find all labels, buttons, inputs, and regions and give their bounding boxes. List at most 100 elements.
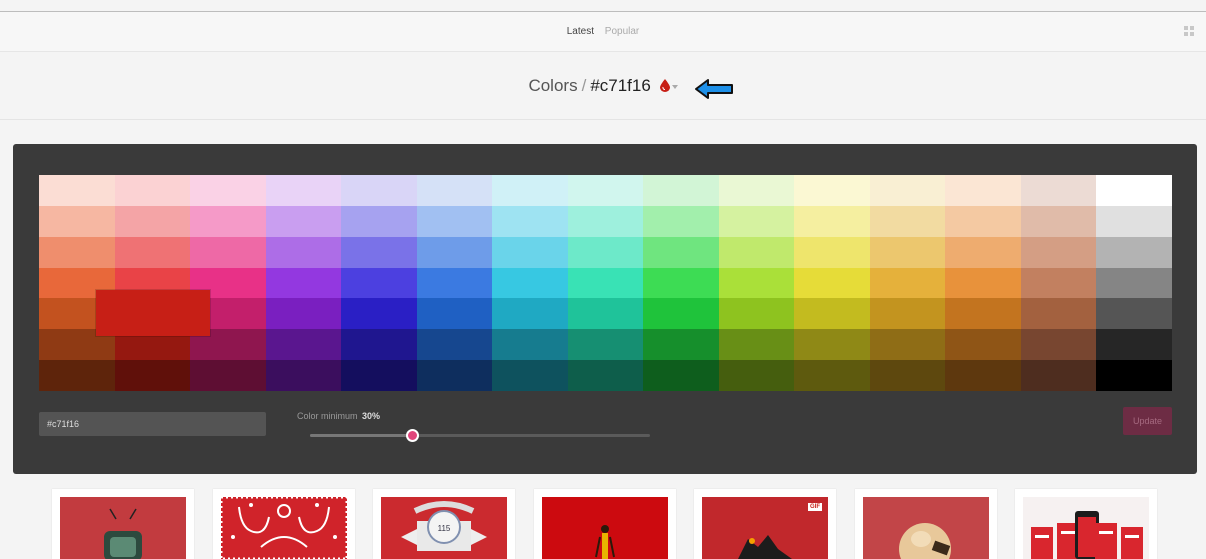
palette-swatch[interactable]	[265, 360, 342, 391]
thumbnail-card[interactable]: GIF	[694, 489, 836, 559]
palette-swatch[interactable]	[265, 236, 342, 268]
palette-swatch[interactable]	[794, 267, 870, 299]
chevron-down-icon[interactable]	[671, 84, 678, 89]
thumbnail-card[interactable]	[854, 489, 997, 559]
palette-swatch[interactable]	[945, 267, 1021, 299]
palette-swatch[interactable]	[114, 205, 191, 237]
thumbnail-card[interactable]	[212, 489, 355, 559]
palette-swatch[interactable]	[643, 175, 719, 206]
palette-swatch[interactable]	[39, 360, 115, 391]
palette-swatch[interactable]	[416, 175, 493, 206]
palette-swatch[interactable]	[265, 267, 342, 299]
palette-swatch[interactable]	[643, 205, 719, 237]
palette-swatch[interactable]	[643, 236, 719, 268]
palette-swatch[interactable]	[718, 175, 795, 206]
palette-swatch[interactable]	[492, 267, 568, 299]
palette-swatch[interactable]	[1096, 175, 1172, 206]
palette-swatch[interactable]	[567, 267, 644, 299]
palette-swatch[interactable]	[869, 205, 946, 237]
palette-swatch[interactable]	[794, 298, 870, 330]
palette-swatch[interactable]	[416, 205, 493, 237]
palette-swatch[interactable]	[341, 298, 417, 330]
palette-swatch[interactable]	[1096, 329, 1172, 361]
palette-swatch[interactable]	[1020, 175, 1097, 206]
palette-swatch[interactable]	[643, 267, 719, 299]
palette-swatch[interactable]	[1020, 236, 1097, 268]
palette-swatch[interactable]	[114, 236, 191, 268]
palette-swatch[interactable]	[341, 267, 417, 299]
palette-swatch[interactable]	[114, 360, 191, 391]
palette-swatch[interactable]	[416, 298, 493, 330]
palette-swatch[interactable]	[643, 329, 719, 361]
thumbnail-card[interactable]	[533, 489, 676, 559]
palette-swatch[interactable]	[567, 205, 644, 237]
palette-swatch[interactable]	[1020, 267, 1097, 299]
palette-swatch[interactable]	[492, 236, 568, 268]
palette-swatch[interactable]	[1096, 298, 1172, 330]
palette-swatch[interactable]	[945, 329, 1021, 361]
palette-swatch[interactable]	[265, 298, 342, 330]
palette-swatch[interactable]	[945, 360, 1021, 391]
palette-swatch[interactable]	[190, 236, 266, 268]
palette-swatch[interactable]	[190, 360, 266, 391]
palette-swatch[interactable]	[643, 298, 719, 330]
palette-swatch[interactable]	[265, 329, 342, 361]
palette-swatch[interactable]	[1096, 236, 1172, 268]
palette-swatch[interactable]	[718, 360, 795, 391]
palette-swatch[interactable]	[945, 205, 1021, 237]
palette-swatch[interactable]	[643, 360, 719, 391]
palette-swatch[interactable]	[869, 298, 946, 330]
thumbnail-card[interactable]: 115	[373, 489, 515, 559]
palette-swatch[interactable]	[1096, 360, 1172, 391]
palette-swatch[interactable]	[718, 205, 795, 237]
palette-swatch[interactable]	[190, 205, 266, 237]
palette-swatch[interactable]	[265, 175, 342, 206]
palette-swatch[interactable]	[341, 360, 417, 391]
thumbnail-card[interactable]	[1015, 489, 1157, 559]
palette-swatch[interactable]	[794, 236, 870, 268]
palette-swatch[interactable]	[492, 329, 568, 361]
palette-swatch[interactable]	[492, 360, 568, 391]
palette-swatch[interactable]	[794, 205, 870, 237]
palette-swatch[interactable]	[492, 298, 568, 330]
palette-swatch[interactable]	[869, 267, 946, 299]
palette-swatch[interactable]	[416, 236, 493, 268]
palette-swatch[interactable]	[567, 298, 644, 330]
palette-swatch[interactable]	[567, 360, 644, 391]
palette-swatch[interactable]	[416, 267, 493, 299]
palette-swatch[interactable]	[190, 175, 266, 206]
nav-latest-link[interactable]: Latest	[567, 26, 594, 37]
palette-swatch[interactable]	[39, 205, 115, 237]
palette-swatch[interactable]	[1020, 329, 1097, 361]
palette-swatch[interactable]	[567, 236, 644, 268]
palette-swatch[interactable]	[341, 175, 417, 206]
palette-swatch[interactable]	[1096, 205, 1172, 237]
palette-swatch[interactable]	[794, 329, 870, 361]
update-button[interactable]: Update	[1123, 407, 1172, 435]
palette-swatch[interactable]	[945, 175, 1021, 206]
palette-swatch[interactable]	[567, 175, 644, 206]
palette-swatch[interactable]	[341, 236, 417, 268]
palette-swatch[interactable]	[265, 205, 342, 237]
slider-handle[interactable]	[406, 429, 419, 442]
palette-swatch[interactable]	[341, 205, 417, 237]
color-drop-icon[interactable]	[659, 77, 670, 97]
palette-swatch[interactable]	[718, 298, 795, 330]
palette-swatch[interactable]	[869, 329, 946, 361]
palette-swatch[interactable]	[794, 175, 870, 206]
nav-popular-link[interactable]: Popular	[605, 26, 639, 37]
color-minimum-slider[interactable]	[310, 429, 650, 442]
palette-swatch[interactable]	[869, 360, 946, 391]
palette-swatch[interactable]	[945, 298, 1021, 330]
palette-swatch[interactable]	[492, 205, 568, 237]
palette-swatch[interactable]	[718, 329, 795, 361]
palette-swatch[interactable]	[39, 175, 115, 206]
palette-swatch[interactable]	[416, 360, 493, 391]
palette-swatch[interactable]	[869, 175, 946, 206]
palette-swatch[interactable]	[1020, 205, 1097, 237]
grid-menu-icon[interactable]	[1184, 26, 1194, 36]
breadcrumb-colors[interactable]: Colors	[528, 76, 577, 95]
thumbnail-card[interactable]	[52, 489, 194, 559]
palette-swatch[interactable]	[114, 175, 191, 206]
palette-swatch[interactable]	[718, 236, 795, 268]
